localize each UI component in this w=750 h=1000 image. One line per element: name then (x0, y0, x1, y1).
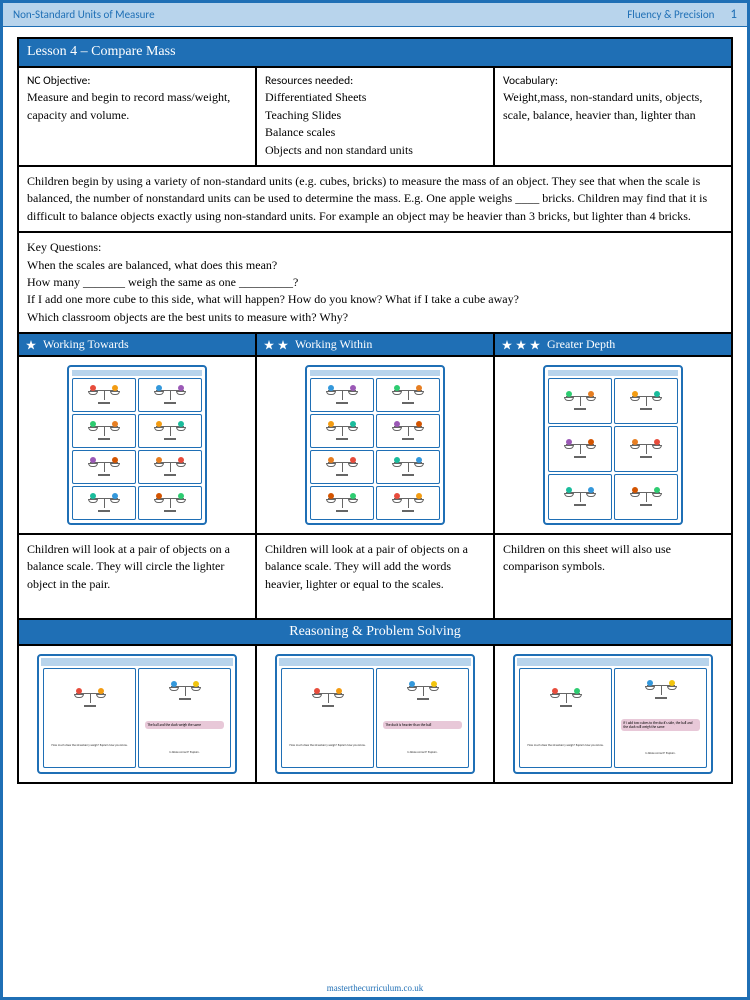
rps-thumb-1: How much does the strawberry weigh? Expl… (18, 645, 256, 783)
star-icon (529, 339, 541, 351)
star-icon (263, 339, 275, 351)
rps-thumb-3: How much does the strawberry weigh? Expl… (494, 645, 732, 783)
vocab-text: Weight,mass, non-standard units, objects… (503, 89, 723, 124)
key-questions: Key Questions: When the scales are balan… (18, 232, 732, 333)
diff-label-gd: Greater Depth (547, 337, 615, 352)
footer-url: masterthecurriculum.co.uk (3, 983, 747, 993)
objective-text: Measure and begin to record mass/weight,… (27, 89, 247, 124)
resources-heading: Resources needed: (265, 74, 485, 90)
diff-label-wt: Working Towards (43, 337, 129, 352)
content-area: Lesson 4 – Compare Mass NC Objective: Me… (3, 27, 747, 794)
diff-header-ww: Working Within (256, 333, 494, 356)
objective-cell: NC Objective: Measure and begin to recor… (18, 67, 256, 166)
balance-scale-icon (74, 689, 106, 707)
diff-headers: Working Towards Working Within Greater D… (18, 333, 732, 356)
diff-header-gd: Greater Depth (494, 333, 732, 356)
objective-heading: NC Objective: (27, 74, 247, 90)
resources-text: Differentiated Sheets Teaching Slides Ba… (265, 89, 485, 159)
thumb-gd (494, 356, 732, 534)
diff-header-wt: Working Towards (18, 333, 256, 356)
lesson-title: Lesson 4 – Compare Mass (18, 38, 732, 67)
star-icon (277, 339, 289, 351)
desc-ww: Children will look at a pair of objects … (256, 534, 494, 619)
title-left: Non-Standard Units of Measure (13, 8, 155, 21)
diff-label-ww: Working Within (295, 337, 372, 352)
desc-wt: Children will look at a pair of objects … (18, 534, 256, 619)
rps-title: Reasoning & Problem Solving (18, 619, 732, 645)
star-icon (501, 339, 513, 351)
thumb-wt (18, 356, 256, 534)
lesson-grid: Lesson 4 – Compare Mass NC Objective: Me… (17, 37, 733, 784)
title-right: Fluency & Precision (627, 8, 714, 21)
star-icon (515, 339, 527, 351)
top-header-bar: Non-Standard Units of Measure Fluency & … (3, 3, 747, 27)
star-icon (25, 339, 37, 351)
vocab-cell: Vocabulary: Weight,mass, non-standard un… (494, 67, 732, 166)
worksheet-thumbs-row (18, 356, 732, 534)
page-number: 1 (730, 7, 737, 22)
intro-text: Children begin by using a variety of non… (18, 166, 732, 232)
rps-thumb-2: How much does the strawberry weigh? Expl… (256, 645, 494, 783)
rps-thumbs-row: How much does the strawberry weigh? Expl… (18, 645, 732, 783)
page: Non-Standard Units of Measure Fluency & … (0, 0, 750, 1000)
resources-cell: Resources needed: Differentiated Sheets … (256, 67, 494, 166)
desc-gd: Children on this sheet will also use com… (494, 534, 732, 619)
thumb-ww (256, 356, 494, 534)
vocab-heading: Vocabulary: (503, 74, 723, 90)
